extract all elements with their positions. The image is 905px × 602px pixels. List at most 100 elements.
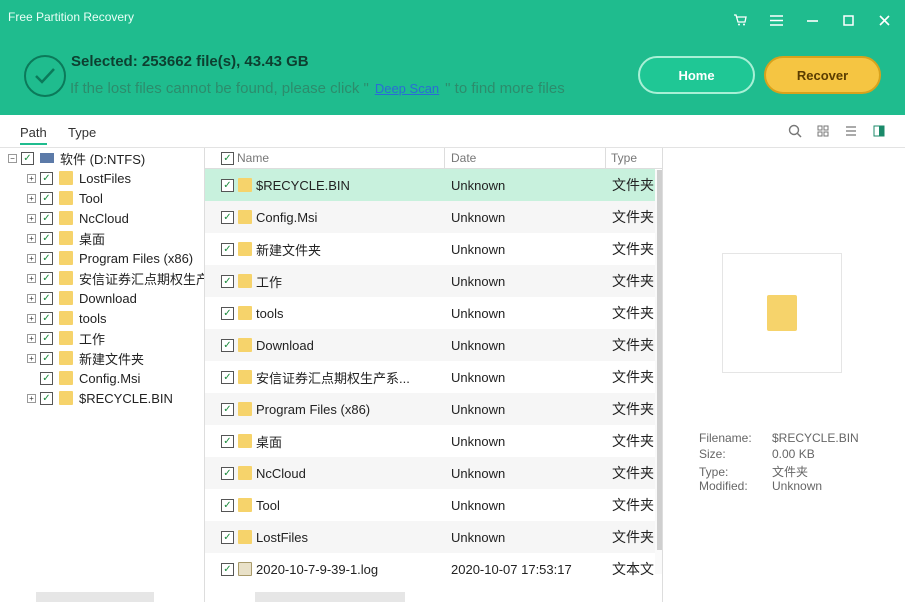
folder-icon: [59, 231, 73, 245]
cell-name: Program Files (x86): [256, 401, 371, 417]
expand-icon[interactable]: +: [27, 213, 36, 223]
expand-icon[interactable]: +: [27, 393, 36, 403]
preview-pane-icon[interactable]: [871, 123, 887, 139]
list-view-icon[interactable]: [843, 123, 859, 139]
tree-item[interactable]: + ✓ 安信证券汇点期权生产系: [27, 268, 204, 288]
cell-name: LostFiles: [256, 529, 309, 545]
folder-icon: [59, 371, 73, 385]
row-checkbox[interactable]: ✓: [221, 434, 234, 448]
row-checkbox[interactable]: ✓: [221, 370, 234, 384]
expand-icon[interactable]: +: [27, 253, 36, 263]
expand-icon[interactable]: +: [27, 233, 36, 243]
table-row[interactable]: ✓ 桌面 Unknown 文件夹: [205, 425, 655, 457]
checkbox[interactable]: ✓: [40, 391, 53, 405]
recover-button[interactable]: Recover: [764, 56, 881, 94]
tree-item[interactable]: + ✓ Download: [27, 288, 137, 308]
checkbox[interactable]: ✓: [21, 151, 34, 165]
row-checkbox[interactable]: ✓: [221, 178, 234, 192]
row-checkbox[interactable]: ✓: [221, 402, 234, 416]
row-checkbox[interactable]: ✓: [221, 530, 234, 544]
checkbox[interactable]: ✓: [40, 351, 53, 365]
app-title: Free Partition Recovery: [8, 10, 135, 24]
search-icon[interactable]: [787, 123, 803, 139]
table-row[interactable]: ✓ 工作 Unknown 文件夹: [205, 265, 655, 297]
tree-item[interactable]: ✓ Config.Msi: [27, 368, 140, 388]
checkbox[interactable]: ✓: [40, 291, 53, 305]
row-checkbox[interactable]: ✓: [221, 498, 234, 512]
tree-root[interactable]: − ✓ 软件 (D:NTFS): [8, 148, 145, 168]
column-type[interactable]: Type: [611, 151, 637, 165]
checkbox[interactable]: ✓: [40, 191, 53, 205]
home-button[interactable]: Home: [638, 56, 755, 94]
checkbox[interactable]: ✓: [40, 271, 53, 285]
expand-icon[interactable]: +: [27, 273, 36, 283]
expand-icon[interactable]: +: [27, 313, 36, 323]
expand-icon[interactable]: +: [27, 293, 36, 303]
column-date[interactable]: Date: [451, 151, 476, 165]
row-checkbox[interactable]: ✓: [221, 306, 234, 320]
checkbox[interactable]: ✓: [40, 171, 53, 185]
table-row[interactable]: ✓ 2020-10-7-9-39-1.log 2020-10-07 17:53:17…: [205, 553, 655, 585]
checkbox[interactable]: ✓: [40, 331, 53, 345]
table-row[interactable]: ✓ NcCloud Unknown 文件夹: [205, 457, 655, 489]
checkbox[interactable]: ✓: [40, 311, 53, 325]
table-row[interactable]: ✓ $RECYCLE.BIN Unknown 文件夹: [205, 169, 655, 201]
row-checkbox[interactable]: ✓: [221, 274, 234, 288]
table-row[interactable]: ✓ LostFiles Unknown 文件夹: [205, 521, 655, 553]
tree-item[interactable]: + ✓ $RECYCLE.BIN: [27, 388, 173, 408]
folder-icon: [59, 351, 73, 365]
menu-icon[interactable]: [763, 8, 789, 32]
tree-item-label: Program Files (x86): [79, 250, 194, 266]
table-row[interactable]: ✓ Config.Msi Unknown 文件夹: [205, 201, 655, 233]
grid-view-icon[interactable]: [815, 123, 831, 139]
folder-icon: [238, 178, 252, 192]
minimize-icon[interactable]: [799, 8, 825, 32]
row-checkbox[interactable]: ✓: [221, 466, 234, 480]
select-all-checkbox[interactable]: ✓: [221, 152, 234, 165]
expand-icon[interactable]: +: [27, 193, 36, 203]
close-icon[interactable]: [871, 8, 897, 32]
row-checkbox[interactable]: ✓: [221, 242, 234, 256]
view-toolbar: Path Type: [0, 115, 905, 148]
collapse-icon[interactable]: −: [8, 153, 17, 163]
row-checkbox[interactable]: ✓: [221, 338, 234, 352]
tree-item[interactable]: + ✓ NcCloud: [27, 208, 129, 228]
tree-item-label: LostFiles: [79, 170, 132, 186]
table-row[interactable]: ✓ Tool Unknown 文件夹: [205, 489, 655, 521]
scrollbar-thumb[interactable]: [657, 170, 662, 550]
table-row[interactable]: ✓ Download Unknown 文件夹: [205, 329, 655, 361]
folder-icon: [59, 191, 73, 205]
checkbox[interactable]: ✓: [40, 231, 53, 245]
row-checkbox[interactable]: ✓: [221, 562, 234, 576]
expand-icon[interactable]: +: [27, 173, 36, 183]
tab-type[interactable]: Type: [68, 125, 96, 140]
info-modified: Modified: Unknown: [699, 479, 823, 493]
hint-before: If the lost files cannot be found, pleas…: [70, 80, 369, 97]
horizontal-scrollbar[interactable]: [255, 592, 405, 602]
folder-icon: [59, 171, 73, 185]
column-name[interactable]: Name: [237, 151, 269, 165]
table-row[interactable]: ✓ Program Files (x86) Unknown 文件夹: [205, 393, 655, 425]
table-row[interactable]: ✓ tools Unknown 文件夹: [205, 297, 655, 329]
tree-item[interactable]: + ✓ Tool: [27, 188, 103, 208]
tree-horizontal-scrollbar[interactable]: [36, 592, 154, 602]
tree-item[interactable]: + ✓ Program Files (x86): [27, 248, 193, 268]
tree-item[interactable]: + ✓ 桌面: [27, 228, 105, 248]
tab-path[interactable]: Path: [20, 125, 47, 145]
expand-icon[interactable]: +: [27, 353, 36, 363]
tree-item[interactable]: + ✓ tools: [27, 308, 106, 328]
row-checkbox[interactable]: ✓: [221, 210, 234, 224]
tree-item[interactable]: + ✓ LostFiles: [27, 168, 131, 188]
tree-item[interactable]: + ✓ 工作: [27, 328, 105, 348]
maximize-icon[interactable]: [835, 8, 861, 32]
cart-icon[interactable]: [727, 8, 753, 32]
tree-item[interactable]: + ✓ 新建文件夹: [27, 348, 144, 368]
checkbox[interactable]: ✓: [40, 251, 53, 265]
deep-scan-link[interactable]: Deep Scan: [375, 81, 439, 96]
expand-icon[interactable]: +: [27, 333, 36, 343]
checkbox[interactable]: ✓: [40, 371, 53, 385]
checkbox[interactable]: ✓: [40, 211, 53, 225]
cell-name: Download: [256, 337, 314, 353]
table-row[interactable]: ✓ 新建文件夹 Unknown 文件夹: [205, 233, 655, 265]
table-row[interactable]: ✓ 安信证券汇点期权生产系... Unknown 文件夹: [205, 361, 655, 393]
